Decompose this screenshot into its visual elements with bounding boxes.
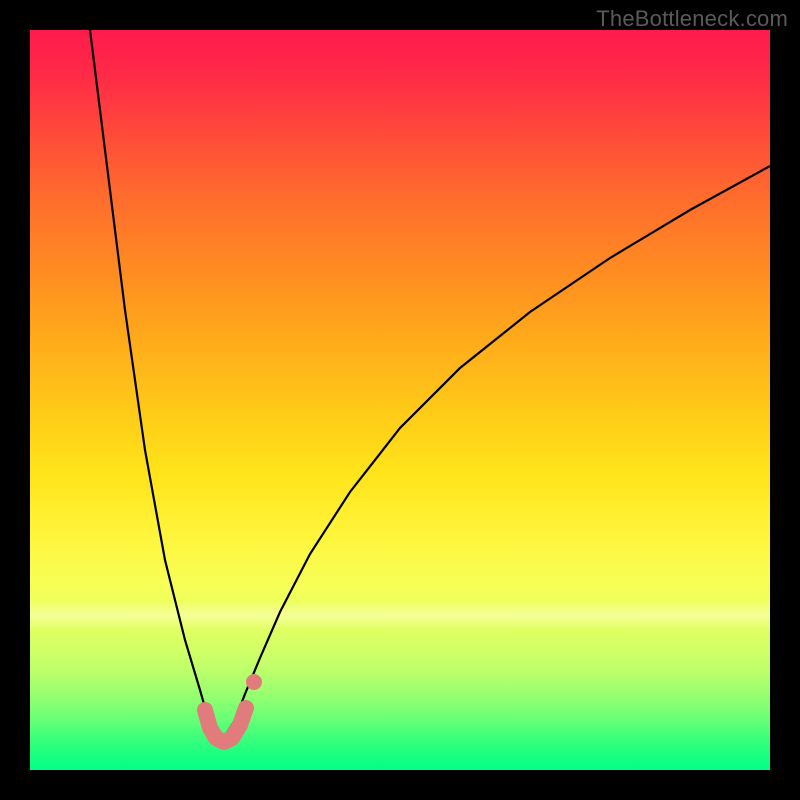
bottleneck-curve-path [90, 30, 770, 742]
highlight-dot [246, 674, 262, 690]
plot-area [30, 30, 770, 770]
highlight-segment-path [205, 708, 246, 742]
outer-frame: TheBottleneck.com [0, 0, 800, 800]
watermark-text: TheBottleneck.com [596, 6, 788, 32]
curve-svg [30, 30, 770, 770]
